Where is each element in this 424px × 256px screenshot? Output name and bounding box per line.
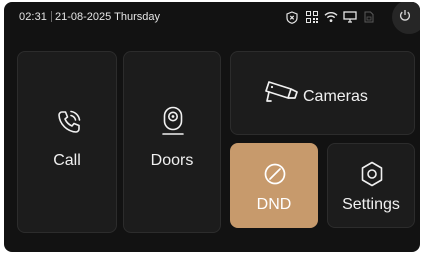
status-divider — [51, 11, 52, 22]
doors-tile[interactable]: Doors — [123, 51, 221, 233]
cameras-label: Cameras — [303, 88, 368, 105]
door-bell-icon — [162, 106, 184, 135]
clock-time: 02:31 — [19, 11, 48, 23]
shield-x-icon — [286, 11, 298, 24]
home-screen: 02:31 21-08-2025 Thursday Call Doors Cam… — [4, 2, 420, 252]
status-bar: 02:31 21-08-2025 Thursday — [4, 2, 420, 34]
security-camera-icon — [265, 81, 298, 102]
wifi-icon — [324, 11, 338, 22]
call-label: Call — [53, 152, 81, 169]
cameras-tile[interactable]: Cameras — [230, 51, 415, 135]
call-tile[interactable]: Call — [17, 51, 117, 233]
settings-label: Settings — [342, 196, 400, 213]
dnd-tile[interactable]: DND — [230, 143, 318, 228]
date-label: 21-08-2025 Thursday — [55, 11, 160, 23]
dnd-label: DND — [256, 196, 292, 213]
sim-card-icon — [364, 11, 374, 23]
phone-ringing-icon — [58, 110, 81, 133]
power-button[interactable] — [392, 2, 420, 34]
block-icon — [264, 163, 286, 185]
monitor-icon — [343, 11, 357, 23]
qr-code-icon — [306, 11, 318, 23]
power-icon — [399, 10, 411, 21]
doors-label: Doors — [150, 152, 194, 169]
settings-tile[interactable]: Settings — [327, 143, 415, 228]
hexagon-gear-icon — [361, 161, 383, 187]
